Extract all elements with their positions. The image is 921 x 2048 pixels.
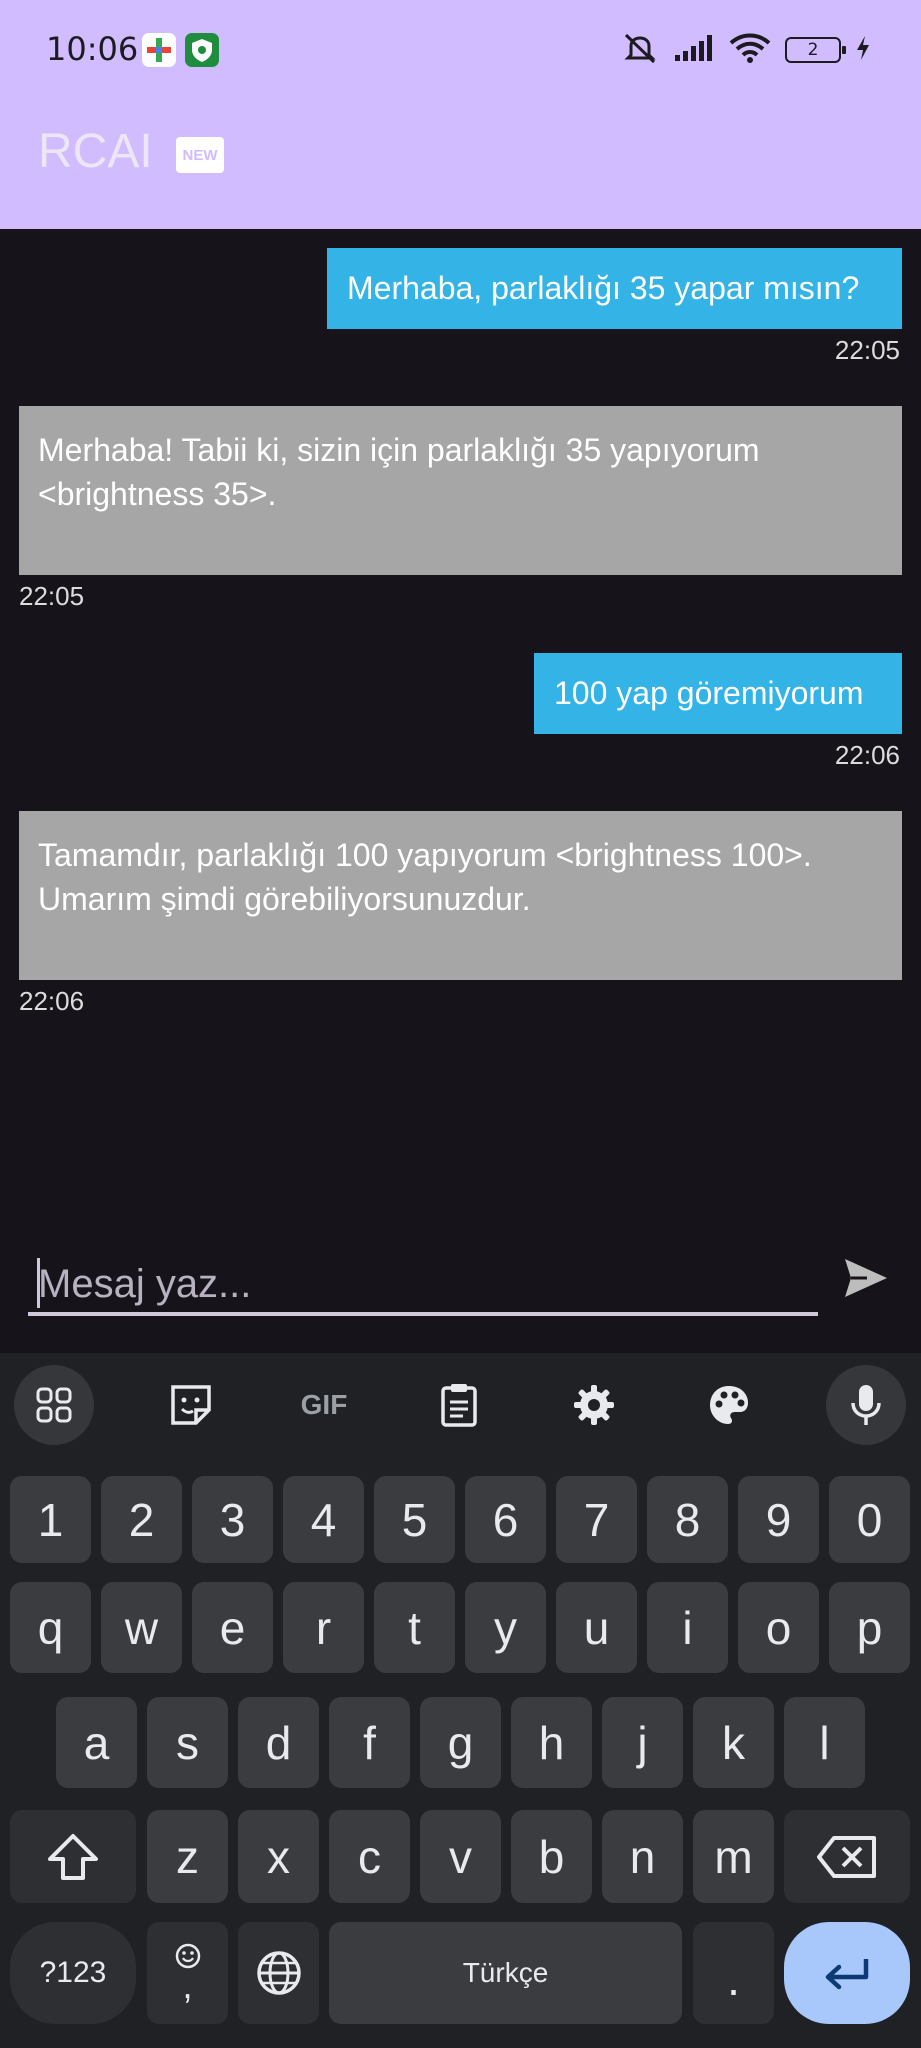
key-o[interactable]: o (738, 1582, 819, 1673)
key-8[interactable]: 8 (647, 1476, 728, 1563)
wifi-icon (729, 32, 771, 68)
message-time: 22:06 (834, 740, 900, 770)
key-y[interactable]: y (465, 1582, 546, 1673)
key-9[interactable]: 9 (738, 1476, 819, 1563)
shift-arrow-icon (48, 1833, 98, 1880)
key-g[interactable]: g (420, 1697, 501, 1788)
message-text: Tamamdır, parlaklığı 100 yapıyorum <brig… (38, 837, 812, 917)
message-time: 22:06 (19, 986, 85, 1016)
shift-key[interactable] (10, 1810, 136, 1903)
key-n[interactable]: n (602, 1810, 683, 1903)
key-a[interactable]: a (56, 1697, 137, 1788)
key-z[interactable]: z (147, 1810, 228, 1903)
app-title: RCAI (38, 125, 153, 178)
text-caret (37, 1258, 40, 1308)
key-p[interactable]: p (829, 1582, 910, 1673)
key-3[interactable]: 3 (192, 1476, 273, 1563)
message-text: Merhaba, parlaklığı 35 yapar mısın? (347, 270, 860, 306)
app-header: 10:06 2 RCAI NEW (0, 0, 921, 229)
key-0[interactable]: 0 (829, 1476, 910, 1563)
globe-icon (256, 1951, 301, 1995)
send-button[interactable] (840, 1252, 892, 1304)
bot-message-bubble[interactable]: Tamamdır, parlaklığı 100 yapıyorum <brig… (19, 811, 902, 980)
apps-grid-button[interactable] (14, 1365, 94, 1445)
key-x[interactable]: x (238, 1810, 319, 1903)
bot-message-bubble[interactable]: Merhaba! Tabii ki, sizin için parlaklığı… (19, 406, 902, 575)
space-key[interactable]: Türkçe (329, 1922, 682, 2024)
key-l[interactable]: l (784, 1697, 865, 1788)
sticker-icon (171, 1385, 211, 1425)
key-6[interactable]: 6 (465, 1476, 546, 1563)
user-message-bubble[interactable]: Merhaba, parlaklığı 35 yapar mısın? (327, 248, 902, 329)
apps-grid-icon (36, 1387, 72, 1423)
key-d[interactable]: d (238, 1697, 319, 1788)
key-e[interactable]: e (192, 1582, 273, 1673)
keyboard-settings-button[interactable] (554, 1365, 634, 1445)
language-switch-key[interactable] (238, 1922, 319, 2024)
message-text: Merhaba! Tabii ki, sizin için parlaklığı… (38, 432, 760, 512)
microphone-icon (851, 1385, 881, 1425)
message-time: 22:05 (834, 335, 900, 365)
charging-bolt-icon (855, 35, 871, 65)
enter-arrow-icon (825, 1959, 869, 1990)
palette-icon (710, 1386, 748, 1424)
key-b[interactable]: b (511, 1810, 592, 1903)
key-c[interactable]: c (329, 1810, 410, 1903)
theme-button[interactable] (689, 1365, 769, 1445)
status-time: 10:06 (46, 30, 139, 68)
enter-key[interactable] (784, 1922, 910, 2024)
key-t[interactable]: t (374, 1582, 455, 1673)
key-w[interactable]: w (101, 1582, 182, 1673)
comma-label: , (182, 1965, 193, 2006)
settings-gear-icon (574, 1385, 614, 1425)
key-2[interactable]: 2 (101, 1476, 182, 1563)
key-u[interactable]: u (556, 1582, 637, 1673)
backspace-icon (817, 1835, 876, 1878)
key-h[interactable]: h (511, 1697, 592, 1788)
gif-button[interactable]: GIF (284, 1365, 364, 1445)
key-m[interactable]: m (693, 1810, 774, 1903)
key-q[interactable]: q (10, 1582, 91, 1673)
symbols-key[interactable]: ?123 (10, 1922, 136, 2024)
chat-list[interactable]: Merhaba, parlaklığı 35 yapar mısın? 22:0… (0, 229, 921, 1349)
security-notification-icon (185, 33, 219, 67)
key-i[interactable]: i (647, 1582, 728, 1673)
key-f[interactable]: f (329, 1697, 410, 1788)
signal-strength-icon (673, 33, 715, 67)
key-k[interactable]: k (693, 1697, 774, 1788)
emoji-comma-key[interactable]: , (147, 1922, 228, 2024)
message-time: 22:05 (19, 581, 85, 611)
message-text: 100 yap göremiyorum (554, 675, 864, 711)
user-message-bubble[interactable]: 100 yap göremiyorum (534, 653, 902, 734)
battery-indicator: 2 (785, 37, 846, 63)
clipboard-button[interactable] (419, 1365, 499, 1445)
key-s[interactable]: s (147, 1697, 228, 1788)
photos-notification-icon (142, 33, 176, 67)
key-j[interactable]: j (602, 1697, 683, 1788)
clipboard-icon (441, 1384, 477, 1427)
period-key[interactable]: . (693, 1922, 774, 2024)
key-5[interactable]: 5 (374, 1476, 455, 1563)
send-icon (845, 1259, 887, 1297)
new-badge: NEW (176, 137, 224, 173)
backspace-key[interactable] (784, 1810, 910, 1903)
key-4[interactable]: 4 (283, 1476, 364, 1563)
voice-input-button[interactable] (826, 1365, 906, 1445)
key-7[interactable]: 7 (556, 1476, 637, 1563)
mute-notifications-icon (621, 31, 659, 69)
sticker-button[interactable] (151, 1365, 231, 1445)
key-1[interactable]: 1 (10, 1476, 91, 1563)
key-v[interactable]: v (420, 1810, 501, 1903)
message-input[interactable] (28, 1256, 818, 1316)
status-icons: 2 (621, 30, 871, 70)
key-r[interactable]: r (283, 1582, 364, 1673)
